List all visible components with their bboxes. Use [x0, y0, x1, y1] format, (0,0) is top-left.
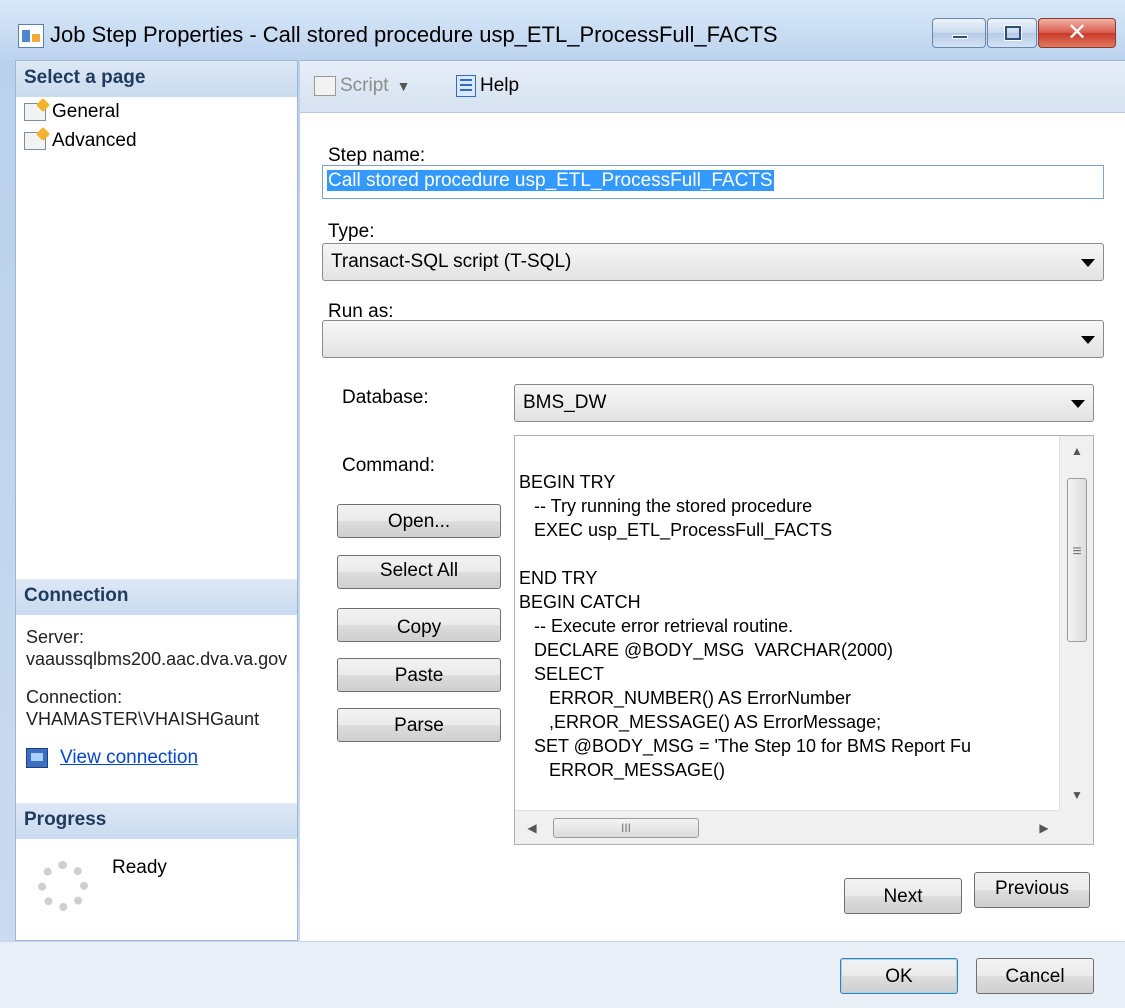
chevron-down-icon — [1081, 336, 1095, 344]
chevron-down-icon — [1071, 400, 1085, 408]
connection-properties-icon — [26, 748, 48, 768]
grip-icon: ≡ — [1072, 543, 1082, 560]
close-icon: ✕ — [1066, 18, 1088, 46]
maximize-button[interactable] — [987, 18, 1037, 48]
select-all-button[interactable]: Select All — [337, 555, 501, 589]
copy-button[interactable]: Copy — [337, 608, 501, 642]
cancel-button[interactable]: Cancel — [976, 958, 1094, 994]
step-name-label: Step name: — [328, 145, 426, 166]
properties-page-icon — [24, 103, 46, 121]
scroll-down-icon[interactable]: ▼ — [1060, 780, 1093, 810]
scroll-up-icon[interactable]: ▲ — [1060, 436, 1093, 466]
properties-page-icon — [24, 132, 46, 150]
page-item-label: General — [52, 101, 120, 122]
page-item-label: Advanced — [52, 130, 137, 151]
grip-icon: III — [620, 821, 631, 835]
page-item-advanced[interactable]: Advanced — [24, 128, 137, 154]
help-button[interactable]: Help — [456, 75, 519, 97]
type-label: Type: — [328, 221, 375, 242]
server-label: Server: — [26, 627, 85, 647]
help-label: Help — [480, 75, 520, 96]
parse-button[interactable]: Parse — [337, 708, 501, 742]
command-text[interactable]: BEGIN TRY -- Try running the stored proc… — [515, 436, 1059, 810]
next-button[interactable]: Next — [844, 878, 962, 914]
dialog-footer: OK Cancel — [0, 941, 1125, 1008]
job-step-app-icon — [18, 24, 44, 48]
horizontal-scroll-thumb[interactable]: III — [553, 818, 699, 838]
server-value: vaaussqlbms200.aac.dva.va.gov — [26, 649, 288, 669]
progress-header: Progress — [16, 803, 297, 839]
script-button[interactable]: Script ▼ — [314, 75, 410, 97]
type-selected-value: Transact-SQL script (T-SQL) — [331, 251, 572, 272]
script-icon — [314, 76, 336, 96]
vertical-scrollbar[interactable]: ▲ ≡ ▼ — [1059, 436, 1093, 810]
database-selected-value: BMS_DW — [523, 392, 607, 413]
connection-label: Connection: — [26, 687, 123, 707]
page-item-general[interactable]: General — [24, 99, 120, 125]
connection-value: VHAMASTER\VHAISHGaunt — [26, 709, 260, 729]
maximize-icon — [1004, 25, 1022, 41]
progress-status: Ready — [112, 857, 167, 878]
step-name-selected-text: Call stored procedure usp_ETL_ProcessFul… — [327, 170, 774, 191]
help-icon — [456, 75, 476, 97]
command-label: Command: — [342, 455, 435, 476]
view-connection-link[interactable]: View connection — [60, 747, 198, 769]
chevron-down-icon[interactable]: ▼ — [397, 78, 411, 94]
previous-button[interactable]: Previous — [974, 872, 1090, 908]
open-button[interactable]: Open... — [337, 504, 501, 538]
scroll-corner — [1059, 810, 1093, 844]
run-as-select[interactable] — [322, 320, 1104, 358]
title-bar: Job Step Properties - Call stored proced… — [0, 0, 1125, 60]
database-select[interactable]: BMS_DW — [514, 384, 1094, 422]
chevron-down-icon — [1081, 259, 1095, 267]
scroll-left-icon[interactable]: ◀ — [515, 811, 549, 844]
connection-header: Connection — [16, 579, 297, 615]
window-title: Job Step Properties - Call stored proced… — [50, 22, 778, 47]
step-name-input[interactable]: Call stored procedure usp_ETL_ProcessFul… — [322, 165, 1104, 199]
script-label: Script — [340, 75, 389, 96]
database-label: Database: — [342, 387, 429, 408]
scroll-right-icon[interactable]: ▶ — [1027, 811, 1061, 844]
job-step-properties-window: Job Step Properties - Call stored proced… — [0, 0, 1125, 1008]
toolbar: Script ▼ Help — [300, 61, 1125, 113]
close-button[interactable]: ✕ — [1038, 18, 1116, 48]
left-pane: Select a page General Advanced Connectio… — [15, 60, 298, 941]
minimize-icon — [952, 35, 968, 39]
vertical-scroll-thumb[interactable]: ≡ — [1067, 478, 1087, 642]
select-page-header: Select a page — [16, 61, 297, 97]
ok-button[interactable]: OK — [840, 958, 958, 994]
horizontal-scrollbar[interactable]: ◀ III ▶ — [515, 810, 1061, 844]
command-editor[interactable]: BEGIN TRY -- Try running the stored proc… — [514, 435, 1094, 845]
view-connection-link-row[interactable]: View connection — [26, 747, 198, 769]
progress-spinner-icon — [38, 861, 88, 911]
right-pane: Script ▼ Help Step name: Call stored pro… — [300, 60, 1125, 941]
paste-button[interactable]: Paste — [337, 658, 501, 692]
minimize-button[interactable] — [932, 18, 986, 48]
type-select[interactable]: Transact-SQL script (T-SQL) — [322, 243, 1104, 281]
